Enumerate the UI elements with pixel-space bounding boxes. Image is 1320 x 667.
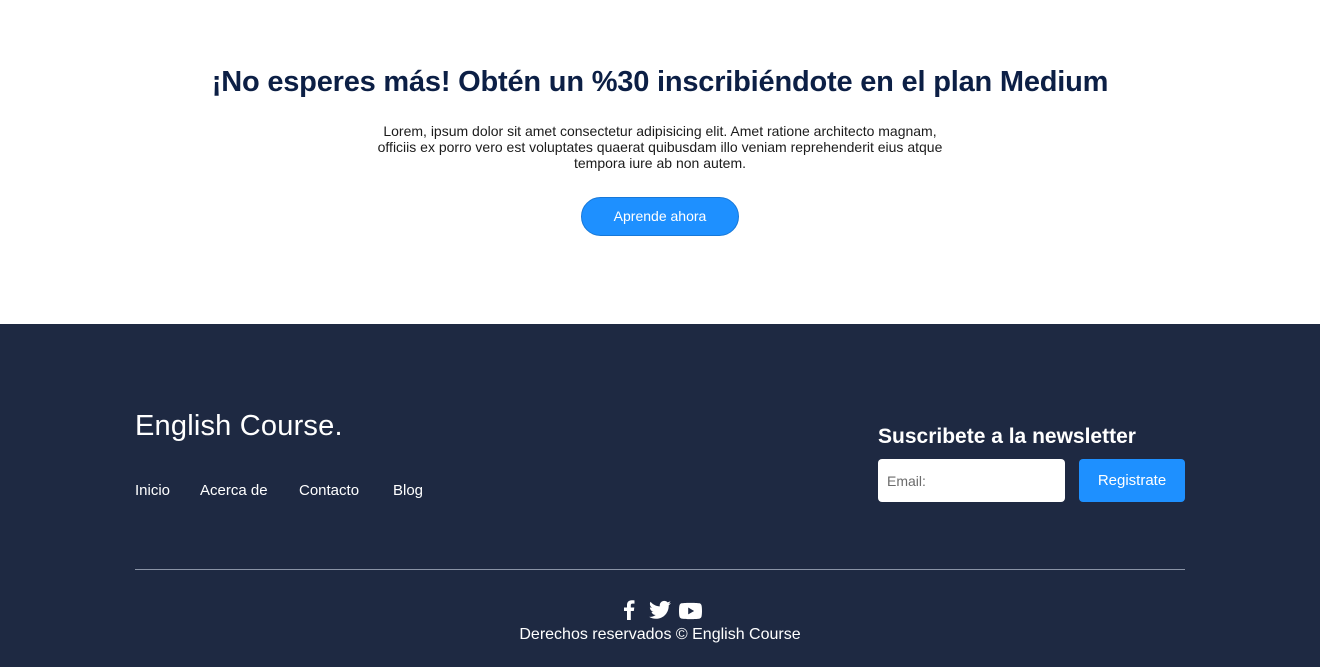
newsletter-register-button[interactable]: Registrate [1079,459,1185,502]
footer-divider [135,569,1185,570]
youtube-icon[interactable] [679,600,702,620]
learn-now-button[interactable]: Aprende ahora [581,197,739,236]
promo-description: Lorem, ipsum dolor sit amet consectetur … [377,123,943,171]
social-links [620,600,702,620]
newsletter-email-input[interactable] [878,459,1065,502]
twitter-icon[interactable] [649,600,671,620]
promo-section: ¡No esperes más! Obtén un %30 inscribién… [0,0,1320,324]
copyright-text: Derechos reservados © English Course [519,626,801,643]
footer-nav-acerca-de[interactable]: Acerca de [200,482,268,499]
footer-nav-inicio[interactable]: Inicio [135,482,170,499]
footer-nav-blog[interactable]: Blog [393,482,423,499]
promo-title: ¡No esperes más! Obtén un %30 inscribién… [211,66,1109,98]
footer-brand: English Course. [135,410,343,442]
site-footer: English Course. Inicio Acerca de Contact… [0,324,1320,667]
footer-nav-contacto[interactable]: Contacto [299,482,359,499]
newsletter-title: Suscribete a la newsletter [878,425,1136,448]
facebook-icon[interactable] [623,600,635,620]
